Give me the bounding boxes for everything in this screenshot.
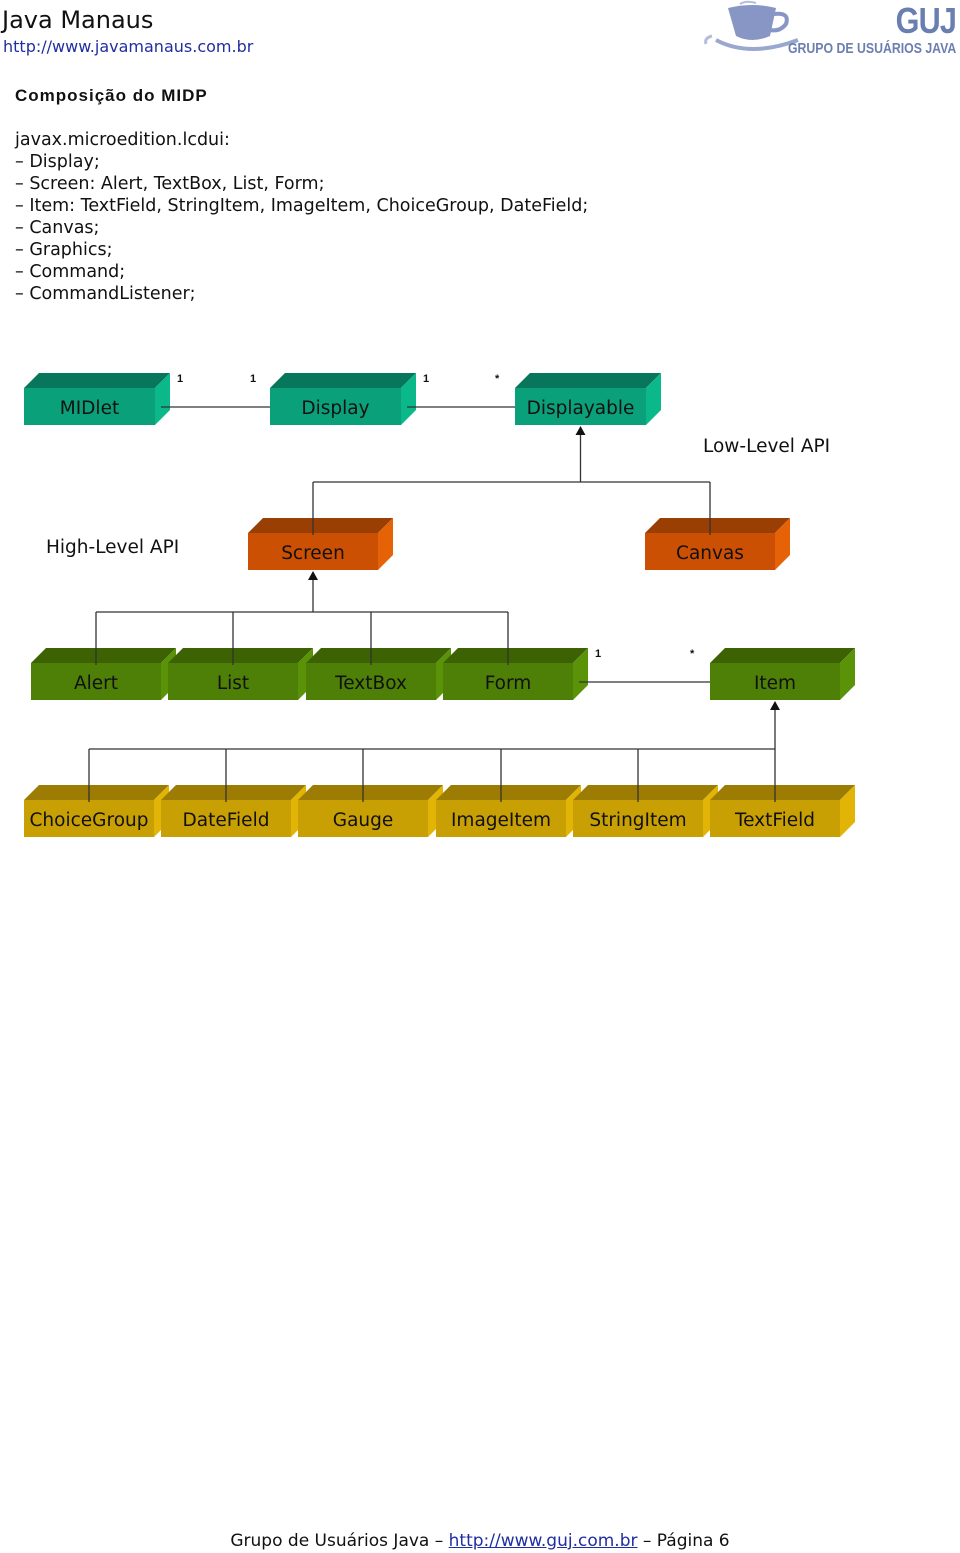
- box-form-label: Form: [485, 673, 532, 694]
- box-midlet-label: MIDlet: [60, 398, 119, 419]
- box-choicegroup-label: ChoiceGroup: [30, 810, 149, 831]
- box-midlet-top: [24, 373, 170, 388]
- inheritance-arrowhead: [770, 701, 780, 710]
- box-list-label: List: [217, 673, 249, 694]
- box-imageitem-top: [436, 785, 581, 800]
- inheritance-arrowhead: [308, 571, 318, 580]
- box-display-label: Display: [301, 398, 369, 419]
- multiplicity-label: 1: [177, 373, 183, 385]
- box-canvas-label: Canvas: [676, 543, 744, 564]
- low-level-api-label: Low-Level API: [703, 436, 831, 457]
- inheritance-arrowhead: [575, 426, 586, 435]
- box-imageitem-label: ImageItem: [451, 810, 551, 831]
- box-gauge-label: Gauge: [333, 810, 394, 831]
- multiplicity-label: 1: [423, 373, 429, 385]
- footer-suffix: – Página 6: [637, 1531, 730, 1551]
- box-alert-label: Alert: [74, 673, 118, 694]
- box-choicegroup-top: [24, 785, 169, 800]
- box-list-top: [168, 648, 313, 663]
- box-textfield-top: [710, 785, 855, 800]
- multiplicity-label: 1: [595, 648, 601, 660]
- box-stringitem-top: [573, 785, 718, 800]
- multiplicity-label: *: [495, 373, 500, 385]
- footer-link[interactable]: http://www.guj.com.br: [449, 1531, 638, 1551]
- box-alert-top: [31, 648, 176, 663]
- box-textbox-label: TextBox: [334, 673, 407, 694]
- box-textbox-top: [306, 648, 451, 663]
- high-level-api-label: High-Level API: [46, 537, 180, 558]
- box-form-top: [443, 648, 588, 663]
- box-stringitem-label: StringItem: [589, 810, 686, 831]
- box-screen-top: [248, 518, 393, 533]
- page-footer: Grupo de Usuários Java – http://www.guj.…: [0, 1531, 960, 1551]
- box-display-top: [270, 373, 416, 388]
- box-datefield-label: DateField: [183, 810, 270, 831]
- box-item-top: [710, 648, 855, 663]
- box-datefield-top: [161, 785, 306, 800]
- footer-prefix: Grupo de Usuários Java –: [230, 1531, 449, 1551]
- multiplicity-label: 1: [250, 373, 256, 385]
- multiplicity-label: *: [690, 648, 695, 660]
- box-textfield-label: TextField: [734, 810, 815, 831]
- box-displayable-label: Displayable: [527, 398, 635, 419]
- box-screen-label: Screen: [281, 543, 345, 564]
- box-gauge-top: [298, 785, 443, 800]
- box-canvas-top: [645, 518, 790, 533]
- box-item-label: Item: [754, 673, 796, 694]
- box-displayable-top: [515, 373, 661, 388]
